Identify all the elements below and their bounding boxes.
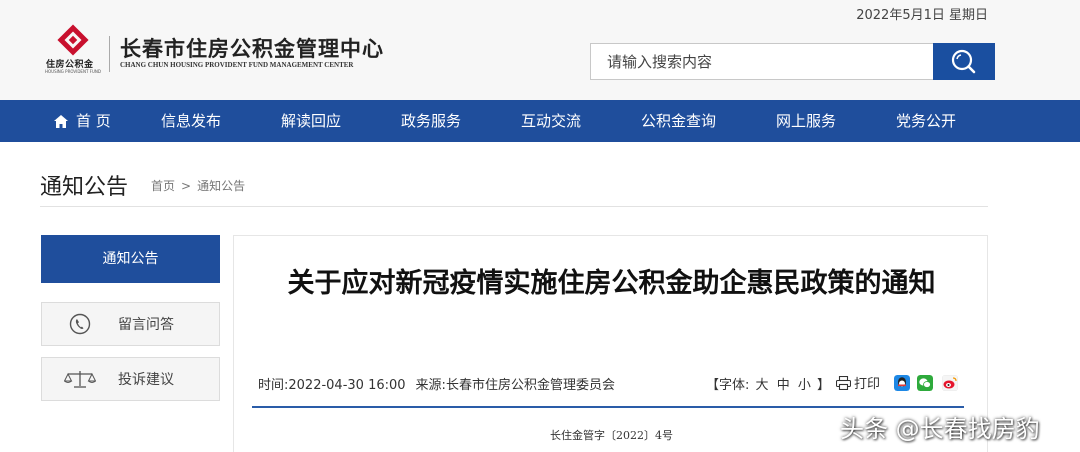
sidebar-item-label: 留言问答 [118,317,174,333]
breadcrumb-separator: > [181,179,192,193]
nav-info-release[interactable]: 信息发布 [161,100,221,142]
nav-online-services[interactable]: 网上服务 [776,100,836,142]
phone-icon [42,313,118,335]
search-input[interactable] [591,44,931,79]
sidebar-item-notices[interactable]: 通知公告 [41,235,220,283]
page-title: 通知公告 [40,175,129,200]
search-box [590,43,934,80]
scale-icon [42,369,118,389]
nav-interpretation[interactable]: 解读回应 [281,100,341,142]
print-label: 打印 [854,377,881,392]
sidebar-item-label: 投诉建议 [118,372,174,388]
nav-interaction[interactable]: 互动交流 [521,100,581,142]
search-button[interactable] [933,43,995,80]
main-nav: 首 页 信息发布 解读回应 政务服务 互动交流 公积金查询 网上服务 党务公开 [0,100,1080,142]
breadcrumb-home[interactable]: 首页 [151,179,175,193]
nav-gov-services[interactable]: 政务服务 [401,100,461,142]
logo-divider [109,36,110,72]
print-button[interactable]: 打印 [836,373,880,392]
title-divider [252,406,964,408]
time-label: 时间: [258,378,289,393]
breadcrumb-current[interactable]: 通知公告 [197,179,245,193]
logo-subtext: HOUSING PROVIDENT FUND [45,69,101,74]
nav-home[interactable]: 首 页 [54,100,111,142]
weibo-icon[interactable] [942,375,958,391]
current-date: 2022年5月1日 星期日 [856,8,988,23]
org-name-cn[interactable]: 长春市住房公积金管理中心 [120,33,384,63]
nav-fund-query[interactable]: 公积金查询 [641,100,716,142]
nav-party-affairs[interactable]: 党务公开 [896,100,956,142]
printer-icon [836,375,851,390]
sidebar-item-messages[interactable]: 留言问答 [41,302,220,346]
search-icon [951,49,976,73]
source-label: 来源: [415,378,446,393]
font-medium-button[interactable]: 中 [777,378,790,393]
font-label: 【字体: [706,378,750,393]
font-label-close: 】 [817,378,831,393]
watermark: 头条 @长春找房豹 [840,415,1040,443]
qq-icon[interactable] [894,375,910,391]
article-meta: 时间:2022-04-30 16:00 来源:长春市住房公积金管理委员会 [258,374,615,393]
org-name-en: CHANG CHUN HOUSING PROVIDENT FUND MANAGE… [120,61,354,69]
publish-time: 2022-04-30 16:00 [288,378,406,393]
font-large-button[interactable]: 大 [756,378,769,393]
breadcrumb: 首页 > 通知公告 [151,177,245,194]
font-size-control: 【字体: 大 中 小 】 [706,374,830,393]
sidebar-item-complaints[interactable]: 投诉建议 [41,357,220,401]
home-icon [54,114,68,128]
font-small-button[interactable]: 小 [798,378,811,393]
site-header: 2022年5月1日 星期日 住房公积金 HOUSING PROVIDENT FU… [0,0,1080,100]
divider [40,206,988,207]
article-source: 长春市住房公积金管理委员会 [445,378,615,393]
article-title: 关于应对新冠疫情实施住房公积金助企惠民政策的通知 [287,268,936,299]
wechat-icon[interactable] [917,375,933,391]
nav-home-label: 首 页 [76,112,111,130]
